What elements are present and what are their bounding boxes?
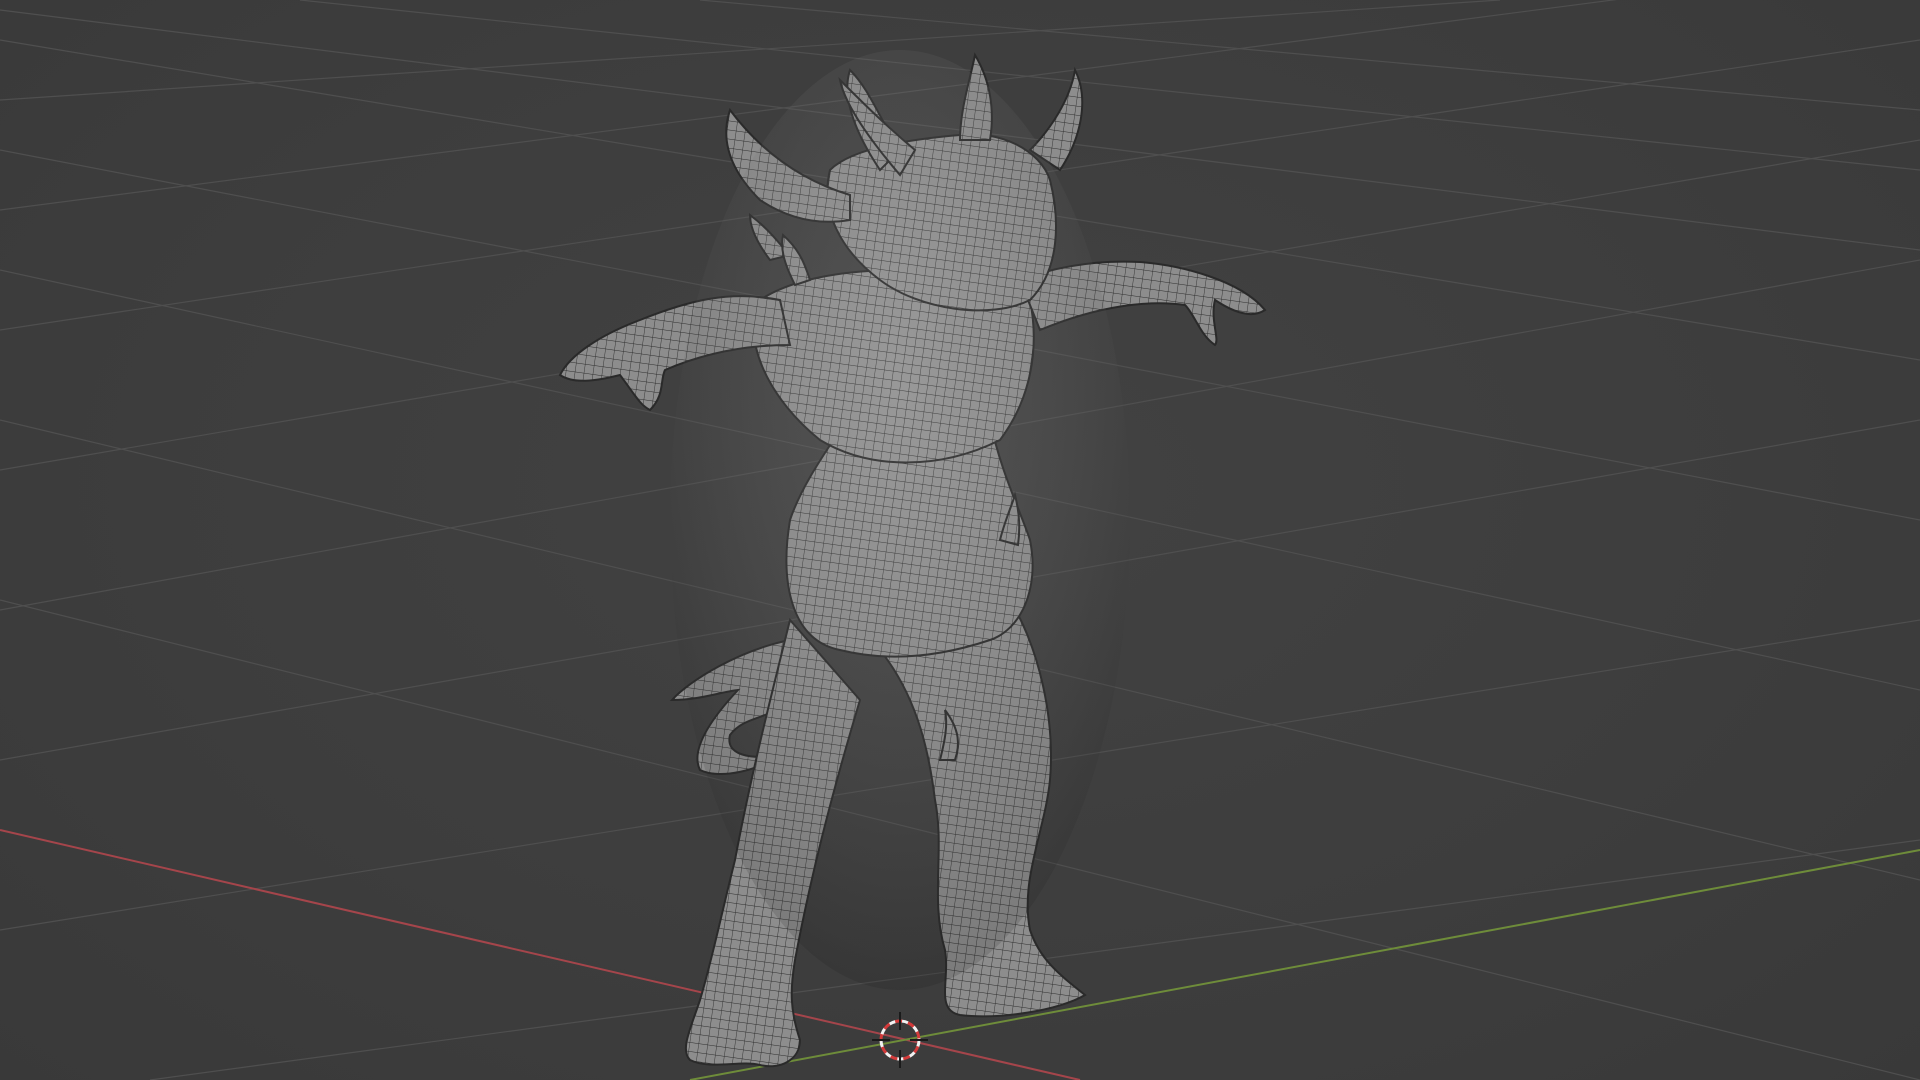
3d-viewport[interactable] bbox=[0, 0, 1920, 1080]
mesh-shading bbox=[670, 50, 1130, 990]
viewport-canvas[interactable] bbox=[0, 0, 1920, 1080]
